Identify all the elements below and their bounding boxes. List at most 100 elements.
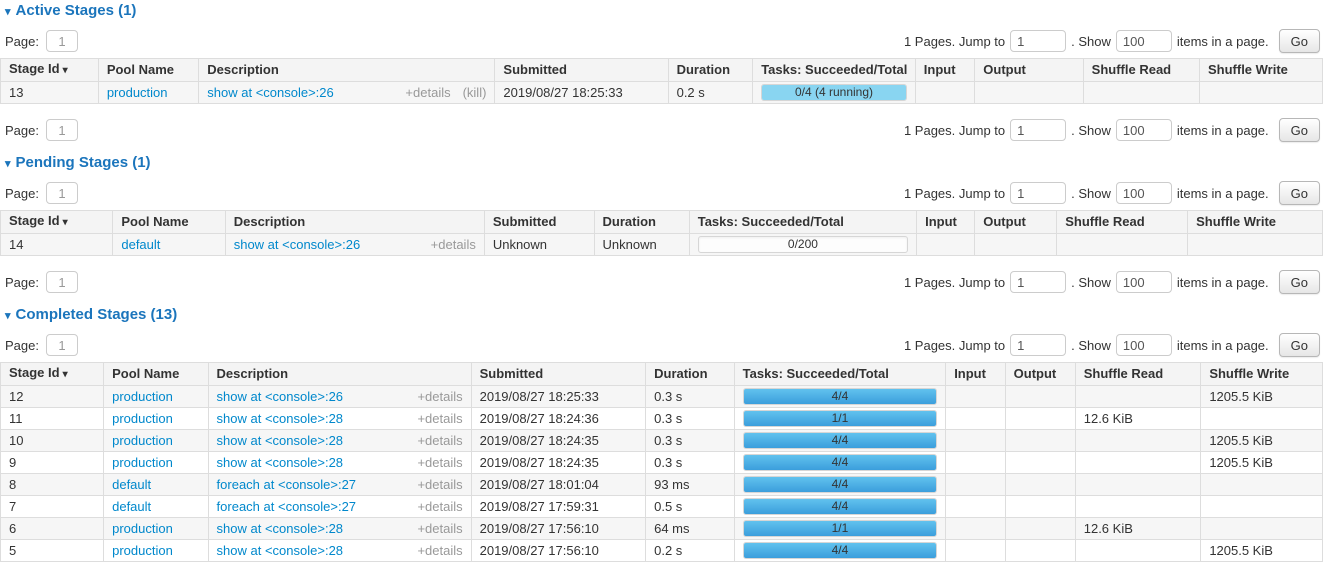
go-button[interactable]: Go bbox=[1279, 333, 1320, 357]
page-number-input[interactable] bbox=[46, 271, 78, 293]
column-header-duration[interactable]: Duration bbox=[668, 59, 753, 82]
column-header-tasks-succeeded-total[interactable]: Tasks: Succeeded/Total bbox=[753, 59, 916, 82]
pool-name-link[interactable]: production bbox=[112, 521, 173, 536]
task-progress-bar: 1/1 bbox=[743, 410, 938, 427]
go-button[interactable]: Go bbox=[1279, 181, 1320, 205]
page-size-input[interactable] bbox=[1116, 119, 1172, 141]
pool-name-link[interactable]: production bbox=[112, 411, 173, 426]
description-link[interactable]: foreach at <console>:27 bbox=[217, 500, 357, 513]
page-number-input[interactable] bbox=[46, 30, 78, 52]
shuffle-read-cell bbox=[1057, 234, 1188, 256]
details-link[interactable]: +details bbox=[405, 86, 450, 99]
section-header-completed[interactable]: ▾Completed Stages (13) bbox=[5, 306, 1323, 325]
column-header-output[interactable]: Output bbox=[975, 211, 1057, 234]
go-button[interactable]: Go bbox=[1279, 29, 1320, 53]
go-button[interactable]: Go bbox=[1279, 118, 1320, 142]
column-header-description[interactable]: Description bbox=[199, 59, 495, 82]
column-header-submitted[interactable]: Submitted bbox=[471, 363, 646, 386]
column-header-output[interactable]: Output bbox=[1005, 363, 1075, 386]
column-header-shuffle-read[interactable]: Shuffle Read bbox=[1083, 59, 1199, 82]
column-header-pool-name[interactable]: Pool Name bbox=[98, 59, 198, 82]
jump-to-page-input[interactable] bbox=[1010, 30, 1066, 52]
description-link[interactable]: show at <console>:26 bbox=[207, 86, 333, 99]
page-controls: 1 Pages. Jump to. Showitems in a page.Go bbox=[904, 29, 1320, 53]
column-header-description[interactable]: Description bbox=[225, 211, 484, 234]
column-header-pool-name[interactable]: Pool Name bbox=[104, 363, 208, 386]
description-link[interactable]: show at <console>:28 bbox=[217, 412, 343, 425]
description-link[interactable]: show at <console>:28 bbox=[217, 544, 343, 557]
pool-name-link[interactable]: production bbox=[112, 543, 173, 558]
sort-arrow-icon: ▾ bbox=[63, 369, 68, 380]
column-header-tasks-succeeded-total[interactable]: Tasks: Succeeded/Total bbox=[734, 363, 946, 386]
pool-name-link[interactable]: default bbox=[112, 499, 151, 514]
progress-label: 4/4 bbox=[744, 389, 937, 404]
column-header-duration[interactable]: Duration bbox=[646, 363, 735, 386]
column-header-shuffle-read[interactable]: Shuffle Read bbox=[1057, 211, 1188, 234]
column-header-stage-id[interactable]: Stage Id▾ bbox=[1, 211, 113, 234]
pool-name-link[interactable]: default bbox=[121, 237, 160, 252]
pool-name-link[interactable]: production bbox=[112, 433, 173, 448]
details-link[interactable]: +details bbox=[417, 412, 462, 425]
pool-name-link[interactable]: production bbox=[112, 389, 173, 404]
page-size-input[interactable] bbox=[1116, 182, 1172, 204]
column-header-pool-name[interactable]: Pool Name bbox=[113, 211, 225, 234]
go-button[interactable]: Go bbox=[1279, 270, 1320, 294]
section-header-pending[interactable]: ▾Pending Stages (1) bbox=[5, 154, 1323, 173]
description-link[interactable]: show at <console>:26 bbox=[234, 238, 360, 251]
description-cell: show at <console>:28 +details bbox=[208, 430, 471, 452]
page-number-input[interactable] bbox=[46, 334, 78, 356]
description-link[interactable]: foreach at <console>:27 bbox=[217, 478, 357, 491]
jump-to-page-input[interactable] bbox=[1010, 182, 1066, 204]
details-link[interactable]: +details bbox=[417, 390, 462, 403]
jump-to-page-input[interactable] bbox=[1010, 119, 1066, 141]
pool-name-link[interactable]: default bbox=[112, 477, 151, 492]
duration-cell: 93 ms bbox=[646, 474, 735, 496]
jump-to-page-input[interactable] bbox=[1010, 271, 1066, 293]
page-indicator: Page: bbox=[5, 119, 78, 141]
details-link[interactable]: +details bbox=[417, 500, 462, 513]
page-number-input[interactable] bbox=[46, 182, 78, 204]
column-header-shuffle-write[interactable]: Shuffle Write bbox=[1199, 59, 1322, 82]
details-link[interactable]: +details bbox=[431, 238, 476, 251]
description-link[interactable]: show at <console>:28 bbox=[217, 522, 343, 535]
page-size-input[interactable] bbox=[1116, 30, 1172, 52]
description-link[interactable]: show at <console>:28 bbox=[217, 456, 343, 469]
column-header-output[interactable]: Output bbox=[975, 59, 1083, 82]
page-size-input[interactable] bbox=[1116, 271, 1172, 293]
column-header-label: Submitted bbox=[480, 366, 544, 381]
pages-count-label: 1 Pages. Jump to bbox=[904, 338, 1005, 353]
task-progress-bar: 0/200 bbox=[698, 236, 908, 253]
column-header-stage-id[interactable]: Stage Id▾ bbox=[1, 363, 104, 386]
column-header-submitted[interactable]: Submitted bbox=[484, 211, 594, 234]
page-number-input[interactable] bbox=[46, 119, 78, 141]
column-header-shuffle-write[interactable]: Shuffle Write bbox=[1188, 211, 1323, 234]
column-header-input[interactable]: Input bbox=[915, 59, 974, 82]
duration-cell: 0.3 s bbox=[646, 386, 735, 408]
column-header-stage-id[interactable]: Stage Id▾ bbox=[1, 59, 99, 82]
column-header-description[interactable]: Description bbox=[208, 363, 471, 386]
details-link[interactable]: +details bbox=[417, 456, 462, 469]
details-link[interactable]: +details bbox=[417, 434, 462, 447]
column-header-input[interactable]: Input bbox=[917, 211, 975, 234]
progress-label: 1/1 bbox=[744, 521, 937, 536]
progress-label: 4/4 bbox=[744, 499, 937, 514]
stage-id-cell: 7 bbox=[1, 496, 104, 518]
page-size-input[interactable] bbox=[1116, 334, 1172, 356]
pool-name-link[interactable]: production bbox=[112, 455, 173, 470]
column-header-duration[interactable]: Duration bbox=[594, 211, 689, 234]
description-link[interactable]: show at <console>:26 bbox=[217, 390, 343, 403]
column-header-shuffle-write[interactable]: Shuffle Write bbox=[1201, 363, 1323, 386]
details-link[interactable]: +details bbox=[417, 522, 462, 535]
column-header-tasks-succeeded-total[interactable]: Tasks: Succeeded/Total bbox=[689, 211, 916, 234]
description-link[interactable]: show at <console>:28 bbox=[217, 434, 343, 447]
details-link[interactable]: +details bbox=[417, 478, 462, 491]
column-header-input[interactable]: Input bbox=[946, 363, 1005, 386]
details-link[interactable]: +details bbox=[417, 544, 462, 557]
column-header-submitted[interactable]: Submitted bbox=[495, 59, 668, 82]
column-header-shuffle-read[interactable]: Shuffle Read bbox=[1075, 363, 1201, 386]
jump-to-page-input[interactable] bbox=[1010, 334, 1066, 356]
submitted-cell: 2019/08/27 18:25:33 bbox=[495, 82, 668, 104]
pool-name-link[interactable]: production bbox=[107, 85, 168, 100]
section-header-active[interactable]: ▾Active Stages (1) bbox=[5, 2, 1323, 21]
kill-link[interactable]: (kill) bbox=[463, 86, 487, 99]
